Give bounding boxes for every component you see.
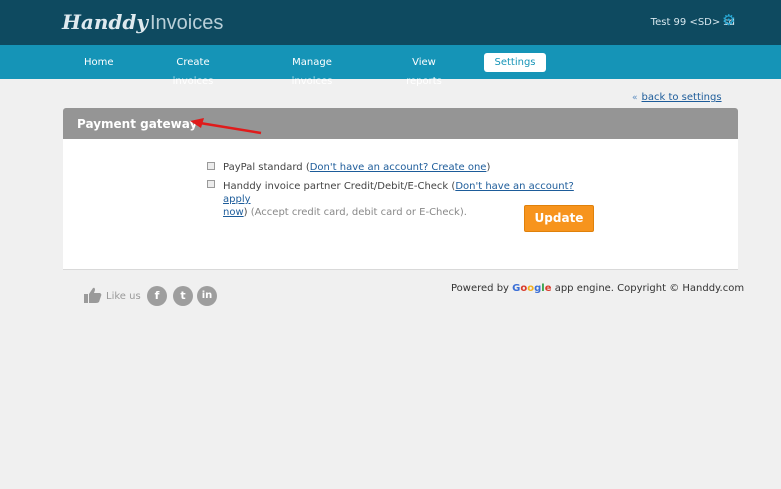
google-logo-e: e [544,283,552,294]
powered-prefix: Powered by [451,283,513,294]
paypal-option: PayPal standard (Don't have an account? … [223,161,490,174]
nav-manage-invoices[interactable]: Manage invoices [271,53,353,87]
paypal-create-link[interactable]: Don't have an account? Create one [310,162,487,173]
nav-settings[interactable]: Settings [484,53,546,72]
gear-icon[interactable]: ⚙ [722,13,736,28]
handdy-apply-now-link[interactable]: now [223,207,244,218]
powered-suffix: app engine. Copyright © Handdy.com [551,283,745,294]
back-to-settings[interactable]: « back to settings [632,92,722,103]
powered-by: Powered by Google app engine. Copyright … [451,283,744,294]
like-us: Like us f t in [84,285,234,307]
linkedin-icon[interactable]: in [197,286,217,306]
back-to-settings-link[interactable]: back to settings [642,92,722,103]
nav-view-reports[interactable]: View reports [395,53,453,87]
logo[interactable]: Handdy Invoices [62,10,223,35]
paypal-close-paren: ) [486,162,491,173]
nav-create-invoices[interactable]: Create invoices [156,53,230,87]
red-arrow-annotation [190,118,262,135]
panel-title: Payment gateway [77,117,198,131]
handdy-partner-checkbox[interactable] [207,180,215,188]
nav-home[interactable]: Home [84,53,114,72]
handdy-partner-label: Handdy invoice partner Credit/Debit/E-Ch… [223,181,456,192]
update-button[interactable]: Update [524,205,594,232]
thumbs-up-icon [84,287,102,303]
logo-text: Invoices [150,12,224,34]
main-nav: Home Create invoices Manage invoices Vie… [0,45,781,87]
handdy-accept-note: (Accept credit card, debit card or E-Che… [247,207,467,218]
paypal-label: PayPal standard ( [223,162,310,173]
like-us-label: Like us [106,291,141,302]
logo-script: Handdy [62,10,148,34]
facebook-icon[interactable]: f [147,286,167,306]
top-bar: Handdy Invoices Test 99 <SD> sd ⚙ [0,0,781,45]
panel-header: Payment gateway [63,108,738,139]
double-chevron-left-icon: « [632,93,638,103]
twitter-icon[interactable]: t [173,286,193,306]
paypal-checkbox[interactable] [207,162,215,170]
